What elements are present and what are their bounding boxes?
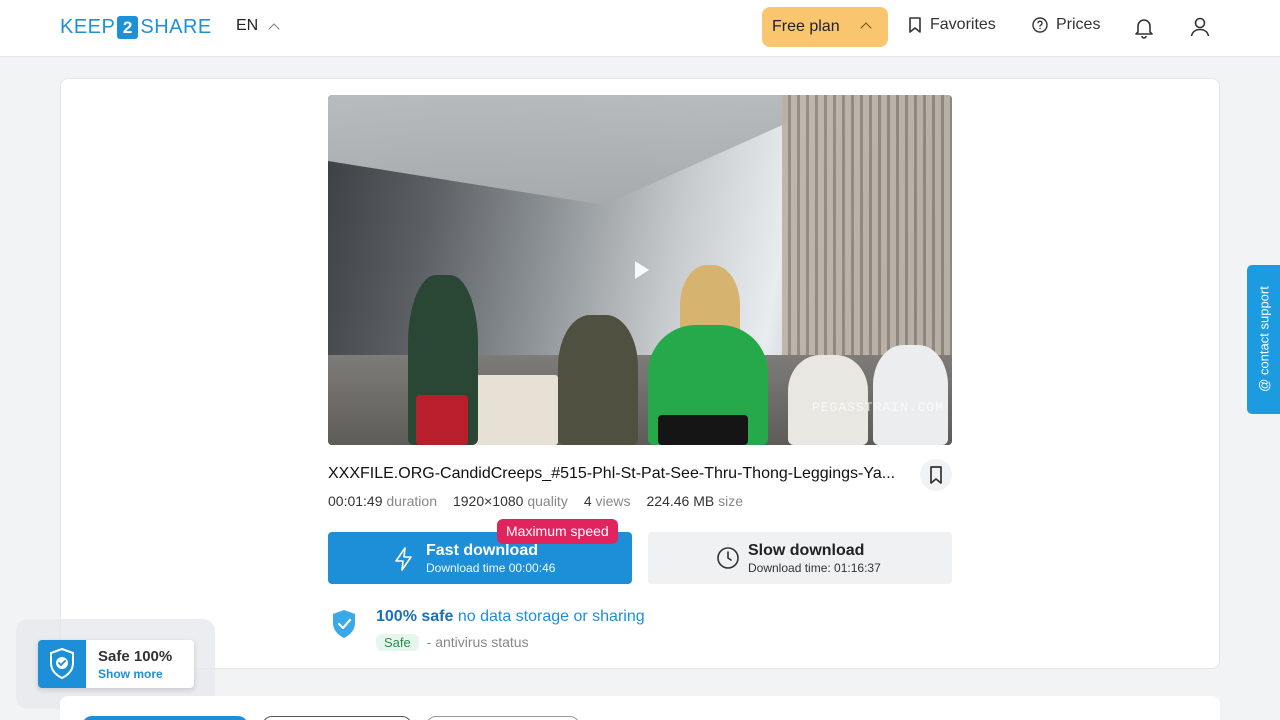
bell-icon [1135, 19, 1153, 39]
video-preview[interactable]: PEGASSTRAIN.COM [328, 95, 952, 445]
views-meta: 4 views [584, 493, 631, 509]
language-selector[interactable]: EN [236, 17, 280, 35]
help-circle-icon [1032, 17, 1048, 33]
notifications-button[interactable] [1131, 14, 1157, 40]
contact-support-tab[interactable]: @ contact support [1247, 265, 1280, 414]
views-value: 4 [583, 493, 592, 509]
antivirus-status-text: - antivirus status [426, 634, 529, 650]
size-meta: 224.46 MB size [647, 493, 744, 509]
favorites-link[interactable]: Favorites [908, 16, 996, 34]
account-button[interactable] [1187, 14, 1213, 40]
duration-label: duration [386, 493, 437, 509]
top-header: KEEP 2 SHARE EN Free plan Favorites Pric… [0, 0, 1280, 57]
logo-share: SHARE [140, 16, 212, 38]
slow-download-button[interactable]: Slow download Download time: 01:16:37 [648, 532, 952, 584]
plan-label: Free plan [772, 18, 840, 35]
video-cart [468, 375, 558, 445]
video-ceiling [328, 95, 788, 205]
file-title: XXXFILE.ORG-CandidCreeps_#515-Phl-St-Pat… [328, 465, 896, 482]
lightning-icon [395, 547, 412, 571]
bookmark-icon [909, 17, 921, 33]
safety-headline: 100% safe no data storage or sharing [376, 608, 645, 626]
logo[interactable]: KEEP 2 SHARE [60, 16, 212, 39]
logo-keep: KEEP [60, 16, 116, 38]
prices-label: Prices [1056, 16, 1101, 33]
prices-link[interactable]: Prices [1032, 16, 1100, 34]
safe-widget[interactable]: Safe 100% Show more [38, 640, 194, 688]
chevron-up-icon [268, 22, 280, 35]
logo-two: 2 [117, 16, 139, 39]
clock-icon [717, 547, 739, 569]
play-icon[interactable] [635, 261, 649, 279]
free-plan-button[interactable]: Free plan [762, 7, 888, 47]
slow-download-time: Download time: 01:16:37 [748, 561, 881, 575]
quality-meta: 1920×1080 quality [453, 493, 568, 509]
size-label: size [718, 493, 744, 509]
max-speed-badge: Maximum speed [497, 519, 618, 544]
bookmark-icon [930, 466, 942, 484]
video-watermark: PEGASSTRAIN.COM [812, 400, 945, 415]
fast-download-time: Download time 00:00:46 [426, 561, 556, 575]
duration-meta: 00:01:49 duration [328, 493, 437, 509]
safe-widget-title: Safe 100% [98, 648, 173, 665]
shield-check-icon [50, 647, 74, 680]
video-person [416, 395, 468, 445]
bottom-tab[interactable] [262, 716, 412, 720]
safe-widget-icon-box [38, 640, 86, 688]
safe-status-badge: Safe [376, 634, 419, 651]
chevron-up-icon [860, 22, 872, 34]
quality-value: 1920×1080 [452, 493, 524, 509]
favorites-label: Favorites [930, 16, 996, 33]
bottom-tab[interactable] [82, 716, 248, 720]
size-value: 224.46 MB [646, 493, 715, 509]
bottom-tab[interactable] [426, 716, 580, 720]
safety-strong: 100% safe [376, 608, 454, 625]
language-label: EN [236, 17, 259, 34]
file-meta: 00:01:49 duration 1920×1080 quality 4 vi… [328, 493, 743, 509]
user-icon [1190, 17, 1210, 37]
slow-download-label: Slow download [748, 542, 865, 559]
duration-value: 00:01:49 [328, 493, 383, 509]
shield-check-icon [333, 610, 355, 638]
video-person [658, 415, 748, 445]
video-person [558, 315, 638, 445]
fast-download-label: Fast download [426, 542, 538, 559]
quality-label: quality [527, 493, 568, 509]
views-label: views [595, 493, 631, 509]
add-to-favorites-button[interactable] [920, 459, 952, 491]
contact-support-label: @ contact support [1256, 286, 1272, 392]
video-person [873, 345, 948, 445]
antivirus-status: Safe - antivirus status [376, 634, 529, 651]
safety-rest: no data storage or sharing [457, 608, 645, 625]
show-more-link[interactable]: Show more [98, 667, 163, 681]
